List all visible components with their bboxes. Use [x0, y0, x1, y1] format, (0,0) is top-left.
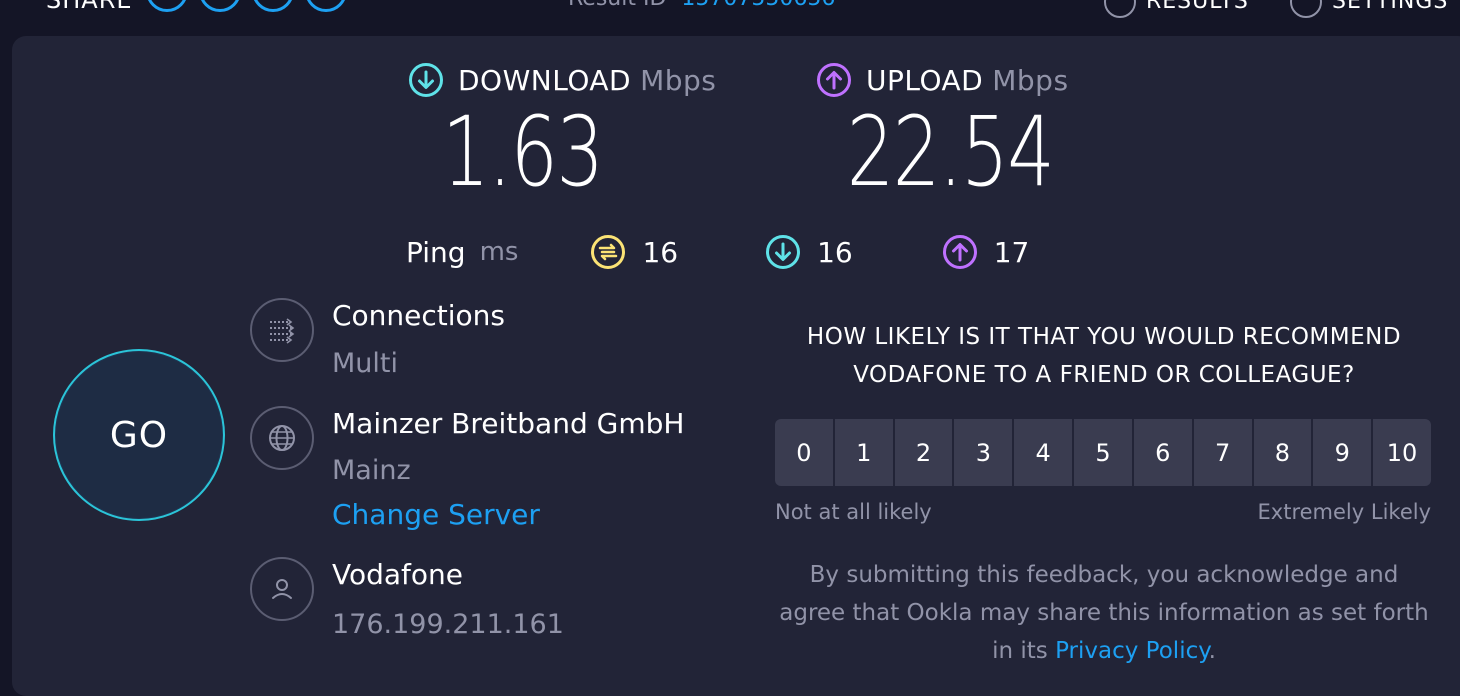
settings-label: SETTINGS	[1332, 0, 1449, 14]
upload-metric: UPLOAD Mbps	[816, 62, 1069, 98]
provider-row: Vodafone 176.199.211.161	[250, 557, 564, 643]
share-link-icon[interactable]	[252, 0, 294, 12]
upload-value: 22.54	[846, 96, 1055, 208]
provider-ip: 176.199.211.161	[332, 609, 564, 640]
provider-title: Vodafone	[332, 558, 464, 591]
rating-scale: 0 1 2 3 4 5 6 7 8 9 10	[775, 419, 1431, 486]
settings-button[interactable]: SETTINGS	[1290, 0, 1448, 18]
rating-button-3[interactable]: 3	[954, 419, 1013, 486]
ping-lines-icon	[591, 235, 626, 269]
disclaimer: By submitting this feedback, you acknowl…	[776, 556, 1432, 670]
connections-icon[interactable]	[250, 298, 314, 362]
globe-icon	[250, 406, 314, 470]
ping-download-value: 16	[817, 235, 853, 269]
share-more-icon[interactable]	[305, 0, 347, 12]
clock-icon	[1104, 0, 1136, 18]
rating-button-1[interactable]: 1	[834, 419, 893, 486]
upload-unit: Mbps	[992, 63, 1069, 97]
change-server-link[interactable]: Change Server	[332, 497, 684, 533]
result-id: Result ID 15707550656	[568, 0, 835, 11]
ping-download: 16	[765, 234, 853, 270]
share-facebook-icon[interactable]	[146, 0, 188, 12]
connections-title: Connections	[332, 299, 506, 332]
download-value: 1.63	[442, 96, 604, 208]
download-label: DOWNLOAD	[458, 63, 632, 97]
gear-icon	[1290, 0, 1322, 18]
privacy-policy-link[interactable]: Privacy Policy	[1055, 638, 1208, 664]
server-location: Mainz	[332, 455, 411, 486]
ping-idle-value: 16	[642, 235, 679, 269]
rating-button-8[interactable]: 8	[1253, 419, 1312, 486]
rating-button-5[interactable]: 5	[1074, 419, 1132, 486]
results-label: RESULTS	[1146, 0, 1249, 14]
ping-row: Ping ms 16 16 17	[406, 232, 1029, 272]
top-bar: SHARE Result ID 15707550656 RESULTS SETT…	[0, 0, 1460, 36]
ping-unit: ms	[479, 237, 519, 267]
survey-question-line1: HOW LIKELY IS IT THAT YOU WOULD RECOMMEN…	[806, 324, 1402, 350]
survey-question-line2: VODAFONE TO A FRIEND OR COLLEAGUE?	[853, 362, 1355, 388]
ping-idle: 16	[590, 234, 678, 270]
results-button[interactable]: RESULTS	[1104, 0, 1249, 18]
arrow-down-circle-icon	[409, 63, 443, 97]
download-metric: DOWNLOAD Mbps	[408, 62, 716, 98]
arrow-up-circle-icon	[817, 63, 851, 97]
share-label: SHARE	[46, 0, 133, 14]
rating-button-9[interactable]: 9	[1313, 419, 1372, 486]
share-twitter-icon[interactable]	[199, 0, 241, 12]
user-icon	[250, 557, 314, 621]
rating-button-10[interactable]: 10	[1373, 419, 1431, 486]
result-id-value[interactable]: 15707550656	[681, 0, 835, 11]
upload-header: UPLOAD Mbps	[816, 62, 1069, 98]
scale-low-label: Not at all likely	[775, 500, 932, 524]
server-title: Mainzer Breitband GmbH	[332, 407, 685, 440]
upload-label: UPLOAD	[866, 63, 984, 97]
arrow-up-circle-icon	[942, 235, 977, 269]
rating-button-0[interactable]: 0	[775, 419, 833, 486]
download-unit: Mbps	[640, 63, 717, 97]
ping-label: Ping	[406, 235, 466, 269]
ping-upload: 17	[942, 234, 1030, 270]
ping-upload-value: 17	[993, 235, 1030, 269]
go-button[interactable]: GO	[53, 349, 225, 521]
download-header: DOWNLOAD Mbps	[408, 62, 716, 98]
rating-button-6[interactable]: 6	[1133, 419, 1192, 486]
connections-value: Multi	[332, 348, 398, 379]
rating-button-2[interactable]: 2	[894, 419, 953, 486]
rating-button-4[interactable]: 4	[1014, 419, 1073, 486]
arrow-down-circle-icon	[766, 235, 801, 269]
server-row: Mainzer Breitband GmbH Mainz Change Serv…	[250, 406, 684, 533]
rating-button-7[interactable]: 7	[1193, 419, 1252, 486]
scale-high-label: Extremely Likely	[1257, 500, 1431, 524]
connections-row[interactable]: Connections Multi	[250, 298, 505, 382]
disclaimer-end: .	[1208, 638, 1216, 664]
survey-question: HOW LIKELY IS IT THAT YOU WOULD RECOMMEN…	[776, 318, 1432, 394]
result-id-label: Result ID	[568, 0, 666, 11]
